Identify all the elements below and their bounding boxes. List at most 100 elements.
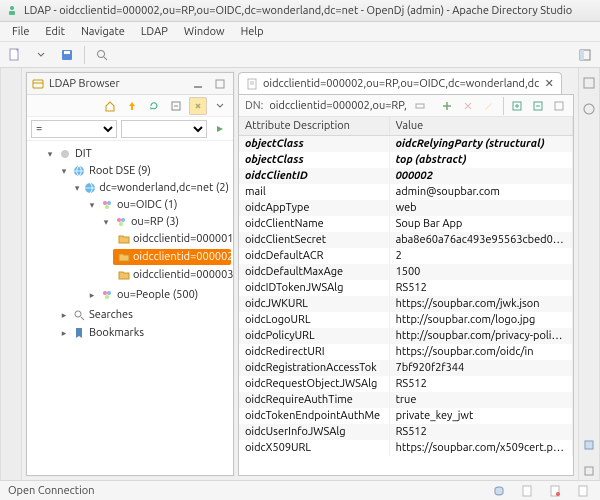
minimize-icon[interactable] — [189, 75, 207, 93]
new-button[interactable] — [6, 46, 24, 64]
modify-icon[interactable] — [482, 97, 497, 115]
link-icon[interactable] — [189, 97, 207, 115]
search-log-trim-icon[interactable] — [574, 482, 592, 500]
table-row[interactable]: oidcDefaultACR2 — [239, 248, 573, 264]
table-row[interactable]: oidcRedirectURIhttps://soupbar.com/oidc/… — [239, 344, 573, 360]
value-cell: true — [389, 392, 572, 408]
tree-client-3[interactable]: oidcclientid=000003 — [113, 267, 231, 283]
refresh-icon[interactable] — [145, 97, 163, 115]
dn-value: oidcclientid=000002,ou=RP, — [269, 100, 406, 112]
attr-cell: oidcDefaultACR — [239, 248, 389, 264]
search-button[interactable] — [93, 46, 111, 64]
close-tab-icon[interactable]: ✕ — [543, 78, 555, 90]
save-button[interactable] — [58, 46, 76, 64]
tree-client-2[interactable]: oidcclientid=000002 — [113, 249, 231, 265]
table-row[interactable]: mailadmin@soupbar.com — [239, 184, 573, 200]
editor-tabs: oidcclientid=000002,ou=RP,ou=OIDC,dc=won… — [238, 72, 574, 94]
attr-cell: oidcAppType — [239, 200, 389, 216]
perspective-button[interactable] — [576, 46, 594, 64]
folder-icon — [118, 232, 130, 246]
table-row[interactable]: oidcAppTypeweb — [239, 200, 573, 216]
tree-bookmarks[interactable]: ▸Bookmarks — [57, 325, 231, 341]
attribute-table-wrap[interactable]: Attribute Description Value objectClasso… — [239, 117, 573, 475]
tree-rp[interactable]: ▾ou=RP (3) — [99, 214, 231, 230]
modifications-trim-icon[interactable] — [580, 436, 598, 454]
table-row[interactable]: oidcDefaultMaxAge1500 — [239, 264, 573, 280]
new-attr-icon[interactable] — [440, 97, 455, 115]
table-row[interactable]: objectClassoidcRelyingParty (structural) — [239, 136, 573, 153]
globe-icon — [72, 164, 86, 178]
table-row[interactable]: oidcRequireAuthTimetrue — [239, 392, 573, 408]
tree-client-1[interactable]: oidcclientid=000001 — [113, 231, 231, 247]
menu-edit[interactable]: Edit — [37, 24, 73, 40]
ldap-tree[interactable]: ▾DIT ▾Root DSE (9) ▾dc=wonderland,dc=net… — [27, 141, 233, 475]
attr-cell: oidcRequireAuthTime — [239, 392, 389, 408]
value-cell: https://soupbar.com/oidc/in — [389, 344, 572, 360]
table-row[interactable]: oidcClientNameSoup Bar App — [239, 216, 573, 232]
value-cell: oidcRelyingParty (structural) — [389, 136, 572, 153]
table-row[interactable]: oidcX509URLhttps://soupbar.com/x509cert.… — [239, 440, 573, 456]
search-icon — [72, 308, 86, 322]
editor-tab[interactable]: oidcclientid=000002,ou=RP,ou=OIDC,dc=won… — [238, 72, 562, 94]
filter-attr-select[interactable]: = — [31, 120, 117, 138]
table-row[interactable]: oidcClientSecretaba8e60a76ac493e95563cbe… — [239, 232, 573, 248]
value-cell: https://soupbar.com/jwk.json — [389, 296, 572, 312]
browser-panel-header: LDAP Browser — [27, 73, 233, 95]
col-attr[interactable]: Attribute Description — [239, 117, 389, 136]
quickfilter-icon[interactable] — [552, 97, 567, 115]
attr-cell: objectClass — [239, 152, 389, 168]
progress-trim-icon[interactable] — [580, 100, 598, 118]
window-title: LDAP - oidcclientid=000002,ou=RP,ou=OIDC… — [24, 5, 572, 17]
dn-label: DN: — [245, 100, 263, 112]
tree-oidc[interactable]: ▾ou=OIDC (1) — [85, 197, 231, 213]
expand-all-icon[interactable] — [510, 97, 525, 115]
separator — [84, 46, 85, 64]
table-row[interactable]: oidcRequestObjectJWSAlgRS512 — [239, 376, 573, 392]
error-log-trim-icon[interactable] — [546, 482, 564, 500]
dn-expand-icon[interactable] — [413, 97, 428, 115]
menu-window[interactable]: Window — [176, 24, 233, 40]
table-row[interactable]: oidcUserInfoJWSAlgRS512 — [239, 424, 573, 440]
up-icon[interactable] — [123, 97, 141, 115]
collapse-all-icon[interactable] — [531, 97, 546, 115]
table-row[interactable]: oidcTokenEndpointAuthMeprivate_key_jwt — [239, 408, 573, 424]
view-menu-icon[interactable] — [211, 97, 229, 115]
menu-help[interactable]: Help — [233, 24, 272, 40]
value-cell: RS512 — [389, 424, 572, 440]
maximize-icon[interactable] — [211, 75, 229, 93]
new-dropdown[interactable] — [32, 46, 50, 64]
filter-val-select[interactable] — [121, 120, 207, 138]
table-row[interactable]: oidcRegistrationAccessTok7bf920f2f344 — [239, 360, 573, 376]
home-icon[interactable] — [101, 97, 119, 115]
table-row[interactable]: oidcIDTokenJWSAlgRS512 — [239, 280, 573, 296]
filter-go-icon[interactable] — [211, 120, 229, 138]
tree-dc[interactable]: ▾dc=wonderland,dc=net (2) — [71, 180, 231, 196]
menu-navigate[interactable]: Navigate — [73, 24, 133, 40]
table-row[interactable]: oidcClientID000002 — [239, 168, 573, 184]
col-val[interactable]: Value — [389, 117, 572, 136]
table-row[interactable]: oidcPolicyURLhttp://soupbar.com/privacy-… — [239, 328, 573, 344]
workspace: LDAP Browser = ▾DIT — [0, 68, 600, 480]
outline-trim-icon[interactable] — [580, 74, 598, 92]
menu-file[interactable]: File — [4, 24, 37, 40]
tree-searches[interactable]: ▸Searches — [57, 307, 231, 323]
tree-people[interactable]: ▸ou=People (500) — [85, 287, 231, 303]
menu-ldap[interactable]: LDAP — [133, 24, 176, 40]
value-cell: https://soupbar.com/x509cert.pem — [389, 440, 572, 456]
editor-area: oidcclientid=000002,ou=RP,ou=OIDC,dc=won… — [238, 72, 574, 476]
value-cell: web — [389, 200, 572, 216]
collapse-icon[interactable] — [167, 97, 185, 115]
window-titlebar: LDAP - oidcclientid=000002,ou=RP,ou=OIDC… — [0, 0, 600, 22]
dn-bar: DN: oidcclientid=000002,ou=RP, — [239, 95, 573, 117]
editor-body: DN: oidcclientid=000002,ou=RP, — [238, 94, 574, 476]
delete-attr-icon[interactable] — [461, 97, 476, 115]
modification-logs-trim-icon[interactable] — [518, 482, 536, 500]
search-logs-trim-icon[interactable] — [580, 462, 598, 480]
attr-cell: oidcJWKURL — [239, 296, 389, 312]
tree-dit[interactable]: ▾DIT — [43, 146, 231, 162]
table-row[interactable]: objectClasstop (abstract) — [239, 152, 573, 168]
table-row[interactable]: oidcLogoURLhttp://soupbar.com/logo.jpg — [239, 312, 573, 328]
tree-root-dse[interactable]: ▾Root DSE (9) — [57, 163, 231, 179]
table-row[interactable]: oidcJWKURLhttps://soupbar.com/jwk.json — [239, 296, 573, 312]
connections-trim-icon[interactable] — [490, 482, 508, 500]
